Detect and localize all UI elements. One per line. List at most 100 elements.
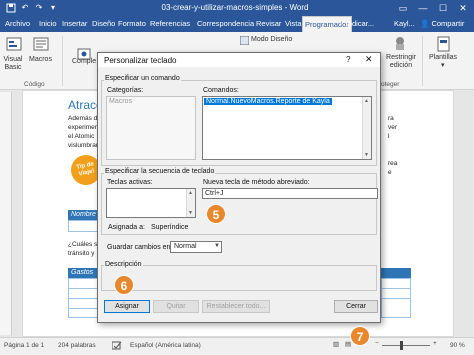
categories-label: Categorías: [107,87,144,94]
document-line: ¿Cuáles sc [68,241,101,248]
templates-dropdown-icon[interactable]: ▾ [441,62,445,70]
tab-revisar[interactable]: Revisar [254,16,283,32]
new-key-label: Nueva tecla de método abreviado: [203,179,310,186]
document-line: el Atomic [68,133,95,140]
templates-icon[interactable] [436,36,452,52]
design-mode-icon[interactable] [239,35,250,46]
zoom-level[interactable]: 90 % [450,342,465,349]
save-in-label: Guardar cambios en: [107,244,173,251]
current-keys-label: Teclas activas: [107,179,153,186]
tab-insertar[interactable]: Insertar [60,16,89,32]
table-gridline [68,288,98,289]
commands-list[interactable] [202,96,372,160]
assign-button[interactable]: Asignar [104,300,150,313]
help-button[interactable]: ? [346,55,350,64]
table-gridline [68,308,98,309]
description-legend: Descripción [104,261,143,268]
read-mode-icon[interactable]: ▥ [333,340,339,348]
document-line: Además d [68,115,98,122]
scroll-up-icon[interactable]: ▲ [364,98,369,104]
page-count[interactable]: Página 1 de 1 [4,342,44,349]
scroll-down-icon[interactable]: ▼ [188,210,193,216]
ribbon-separator [62,36,63,86]
document-line: vislumbrar [68,142,98,149]
dialog-title: Personalizar teclado [104,56,177,65]
restrict-editing-icon[interactable] [392,35,408,51]
current-keys-list[interactable] [106,188,196,218]
share-label: Compartir [431,19,465,28]
share-button[interactable]: 👤 Compartir [420,16,464,32]
templates-label[interactable]: Plantillas [429,54,457,62]
maximize-button[interactable]: ☐ [436,1,450,15]
tab-referencias[interactable]: Referencias [148,16,192,32]
language-status[interactable]: Español (América latina) [130,342,201,349]
user-name[interactable]: Kayl... [394,16,415,32]
table-gridline [68,298,98,299]
assigned-value: Superíndice [151,224,189,231]
ribbon-tabs: Archivo Inicio Insertar Diseño Formato R… [0,16,474,32]
document-line: ra [388,115,394,122]
scroll-down-icon[interactable]: ▼ [364,152,369,158]
macros-icon[interactable] [33,36,49,52]
document-line: l [388,133,390,140]
categories-list[interactable] [106,96,196,160]
minimize-button[interactable]: — [416,1,430,15]
step-callout-7: 7 [350,326,370,346]
group-codigo-label: Código [24,81,45,88]
current-keys-scrollbar[interactable]: ▲ ▼ [186,189,195,217]
zoom-out-button[interactable]: − [375,340,379,347]
tab-formato[interactable]: Formato [116,16,148,32]
ribbon-display-icon[interactable]: ▭ [396,1,410,15]
zoom-slider[interactable] [382,345,430,346]
zoom-in-button[interactable]: + [433,340,437,347]
tell-me-label: Indicar... [345,19,375,28]
step-callout-6: 6 [114,275,134,295]
visual-basic-label[interactable]: Visual Basic [2,56,24,72]
tab-vista[interactable]: Vista [283,16,304,32]
table-header: Nombre [68,210,98,220]
commands-scrollbar[interactable]: ▲ ▼ [362,97,371,159]
document-table [68,220,98,232]
tab-inicio[interactable]: Inicio [37,16,59,32]
vertical-ruler [0,92,12,335]
chevron-down-icon[interactable]: ▼ [214,243,220,249]
lightbulb-icon: ♀ [338,19,346,28]
proofing-icon[interactable] [111,341,122,352]
table-header: Gastos [68,268,98,278]
restrict-editing-label[interactable]: Restringir edición [385,54,417,70]
tab-correspondencia[interactable]: Correspondencia [195,16,256,32]
table-gridline [381,288,411,289]
addins-label[interactable]: Comple [72,58,96,66]
group-proteger-label: oteger [381,81,400,88]
print-layout-icon[interactable]: ▤ [345,340,351,348]
document-line: ver [388,124,398,131]
remove-button[interactable]: Quitar [153,300,199,313]
new-key-input[interactable]: Ctrl+J [202,188,378,199]
document-line: tránsito y [68,250,95,257]
category-item[interactable]: Macros [109,98,132,105]
scroll-up-icon[interactable]: ▲ [188,190,193,196]
zoom-slider-thumb[interactable] [400,341,403,350]
design-mode-button[interactable]: Modo Diseño [251,35,292,45]
visual-basic-icon[interactable] [6,36,22,52]
reset-all-button[interactable]: Restablecer todo... [202,300,270,313]
close-window-button[interactable]: ✕ [456,1,470,15]
customize-icon[interactable]: ▾ [48,3,58,13]
tab-diseno[interactable]: Diseño [90,16,117,32]
undo-icon[interactable]: ↶ [20,3,30,13]
dialog-close-button[interactable]: ✕ [365,54,373,65]
table-gridline [381,298,411,299]
document-line: experimen [68,124,99,131]
macros-label[interactable]: Macros [29,56,52,64]
command-item-selected[interactable]: Normal.NuevoMacros.Reporte de Kayla [204,98,332,105]
document-line: e [388,169,392,176]
tell-me-search[interactable]: ♀ Indicar... [338,16,374,32]
tab-archivo[interactable]: Archivo [3,16,32,32]
commands-label: Comandos: [203,87,239,94]
save-icon[interactable] [6,3,16,13]
word-count[interactable]: 204 palabras [58,342,96,349]
person-icon: 👤 [420,19,432,28]
close-button[interactable]: Cerrar [334,300,378,313]
step-callout-5: 5 [206,204,226,224]
redo-icon[interactable]: ↷ [34,3,44,13]
